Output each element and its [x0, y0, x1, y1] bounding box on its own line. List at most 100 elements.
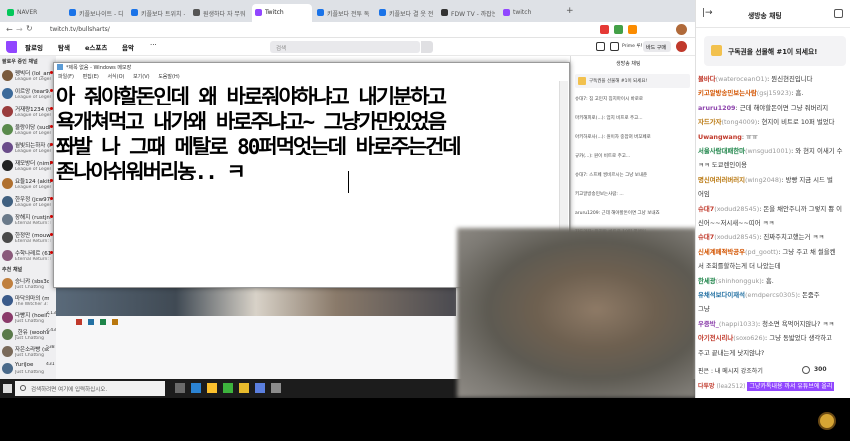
sidebar-channel-item[interactable]: 울랑이당 (sudlhe...League of Legends	[2, 122, 56, 142]
channel-avatar	[2, 232, 13, 243]
browser-tab[interactable]: FDW TV - 까잡는 화락 (레임...	[438, 4, 498, 22]
chat-users-icon[interactable]	[834, 9, 843, 18]
browser-tab[interactable]: NAVER	[4, 4, 64, 22]
menu-file[interactable]: 파일(F)	[58, 74, 74, 80]
browser-tab[interactable]: 키플보다 전투 독 무워 FDW	[314, 4, 374, 22]
menu-edit[interactable]: 편집(E)	[83, 74, 99, 80]
chat-username[interactable]: 키고알방송민보는사람	[698, 89, 757, 97]
url-text[interactable]: twitch.tv/bullsharts/	[50, 26, 110, 33]
nav-more-icon[interactable]: ···	[150, 41, 157, 49]
windows-start-icon[interactable]	[3, 384, 12, 393]
channel-avatar	[2, 346, 13, 357]
tab-label: 원생하다 자 무워 자...	[203, 11, 247, 18]
back-icon[interactable]: ←	[6, 25, 13, 34]
channel-name: 월빛되는하자 (ko...	[15, 143, 51, 149]
chat-username[interactable]: 슈대7	[698, 233, 714, 241]
captured-chat-message: 아키하로사(...): 원이자 중잡혀 버꼬페로	[575, 135, 651, 140]
chat-username[interactable]: aruru1209	[698, 104, 736, 112]
reload-icon[interactable]: ↻	[26, 24, 33, 33]
twitch-logo-icon[interactable]	[6, 41, 17, 53]
tab-favicon-icon	[193, 9, 200, 16]
collapse-chat-icon[interactable]: |→	[702, 8, 713, 18]
chat-user-id: (soxo626)	[733, 334, 766, 343]
profile-avatar[interactable]	[676, 24, 687, 35]
menu-format[interactable]: 서식(O)	[107, 74, 124, 80]
sidebar-channel-item[interactable]: 요들124 (akitking...League of Legends	[2, 176, 56, 196]
chat-username[interactable]: 우중박_	[698, 320, 719, 328]
channel-points-icon[interactable]	[802, 366, 810, 374]
recommended-channel-item[interactable]: YuriJoe Just Chatting 431	[2, 361, 56, 381]
taskbar-search-input[interactable]: 검색하려면 여기에 입력하십시오.	[15, 381, 165, 396]
browser-tab[interactable]: 키플보나이트 - 디플끌키나...	[66, 4, 126, 22]
chat-username[interactable]: 명신여러러버러지	[698, 176, 745, 184]
twitch-top-nav: 팔로잉 탐색 e스포츠 음악 ··· 검색 Prime 루트 바드 구매	[0, 38, 695, 56]
webcam-overlay	[457, 228, 697, 398]
browser-tab[interactable]: Twitch	[252, 4, 312, 22]
chat-username[interactable]: 자드가자	[698, 118, 722, 126]
gift-sub-banner[interactable]: 구독권을 선물해 #1이 되세요!	[704, 36, 846, 66]
chat-username[interactable]: 유채석보다이재석	[698, 291, 745, 299]
chat-username[interactable]: 슈대7	[698, 205, 714, 213]
chat-header: |→ 생방송 채팅	[696, 0, 850, 28]
chat-last-user[interactable]: 다투망	[698, 383, 715, 390]
sidebar-channel-item[interactable]: 수학나레르 (618...Eternal Return: Bl...	[2, 248, 56, 268]
chat-username[interactable]: 신세계페적박공우	[698, 248, 745, 256]
chat-message-text: : 돈을 채안주니까 그렇지 뿅 이	[759, 204, 843, 213]
chat-username[interactable]: 서울사람대패한마	[698, 147, 745, 155]
browser-tab[interactable]: 키플보다 결 웃 전투체계...	[376, 4, 436, 22]
sidebar-channel-item[interactable]: 한우정 (jcw970...League of Legends	[2, 194, 56, 214]
nav-browse[interactable]: 탐색	[58, 42, 70, 52]
browser-tab[interactable]: twitch	[500, 4, 560, 22]
sidebar-channel-item[interactable]: 이르앙 (tear9...League of Legends	[2, 86, 56, 106]
chat-message-text: : 방빵 지금 시드 벌	[781, 175, 833, 184]
video-thumbnail-strip	[56, 288, 456, 316]
new-tab-icon[interactable]: +	[566, 6, 574, 16]
nav-music[interactable]: 음악	[122, 42, 134, 52]
captured-chat-message: 키고알방송민보는사람: ...	[575, 192, 624, 197]
channel-name: 한우정 (jcw970...	[15, 197, 51, 203]
sidebar-channel-item[interactable]: 월빛되는하자 (ko...League of Legends	[2, 140, 56, 160]
sidebar-channel-item[interactable]: 재모방더 (nimkai...League of Legends	[2, 158, 56, 178]
chat-message: 슈대7(xodud28545): 돈을 채안주니까 그렇지 뿅 이	[698, 204, 850, 216]
sidebar-channel-item[interactable]: 거재량1234 (tg...League of Legends	[2, 104, 56, 124]
forward-icon[interactable]: →	[16, 25, 23, 34]
chat-highlight-row[interactable]: 핀은 : 내 메시지 강조하기 300	[698, 363, 848, 377]
sidebar-channel-item[interactable]: 한정만 (mouw82...Eternal Return: Bl...	[2, 230, 56, 250]
sidebar-channel-item[interactable]: 장해지 (rustjn1...Eternal Return: Bl...	[2, 212, 56, 232]
address-bar: ← → ↻ twitch.tv/bullsharts/	[0, 22, 695, 38]
chat-message: 아기전시리나(soxo626): 그냥 동밟었다 생각하고	[698, 333, 850, 345]
chat-message-text: : 뭔신현진입니다	[767, 75, 813, 83]
prime-loot-label[interactable]: Prime 루트	[622, 43, 642, 49]
nav-esports[interactable]: e스포츠	[85, 42, 107, 52]
channel-game: Eternal Return: Bl...	[15, 257, 51, 262]
chat-username[interactable]: 아기전시리나	[698, 334, 733, 342]
channel-name: 재모방더 (nimkai...	[15, 161, 51, 167]
chat-user-id: (wateroceanO1)	[715, 75, 768, 83]
notification-icon[interactable]	[596, 42, 605, 51]
recommended-header: 추천 채널	[2, 267, 23, 273]
notepad-titlebar[interactable]: *제목 없음 - Windows 메모장	[54, 63, 569, 71]
taskbar-app-icons[interactable]	[175, 383, 295, 394]
channel-game: League of Legends	[15, 167, 51, 172]
menu-view[interactable]: 보기(V)	[133, 74, 150, 80]
chat-message: 그냥	[698, 304, 850, 316]
nav-following[interactable]: 팔로잉	[25, 42, 43, 52]
chat-message: 볼바다(wateroceanO1): 뭔신현진입니다	[698, 74, 850, 86]
captured-chat-message: 마키해피로(...): 엄지 비프로 주고...	[575, 116, 643, 121]
chat-username[interactable]: Uwangwang	[698, 133, 742, 141]
captured-chat-message: 슈대7: 스프페 씽비르시는 그냥 보내준	[575, 173, 648, 178]
search-button[interactable]	[421, 41, 433, 53]
browser-tab[interactable]: 키플보다 트위치 - 바드...	[128, 4, 188, 22]
user-avatar[interactable]	[676, 41, 687, 52]
sidebar-channel-item[interactable]: 펭빅더 (lol_ambi...League of Legends	[2, 68, 56, 88]
browser-tab[interactable]: 원생하다 자 무워 자...	[190, 4, 250, 22]
inbox-icon[interactable]	[610, 42, 619, 51]
channel-avatar	[2, 178, 13, 189]
twitch-search-input[interactable]: 검색	[270, 41, 420, 53]
tab-label: NAVER	[17, 9, 38, 16]
menu-help[interactable]: 도움말(H)	[158, 74, 179, 80]
chat-message: 서 조회를할하는게 더 나았는데	[698, 261, 850, 273]
buy-bits-button[interactable]: 바드 구매	[643, 41, 671, 52]
chat-username[interactable]: 볼바다	[698, 75, 716, 83]
chat-username[interactable]: 한세광	[698, 277, 716, 285]
